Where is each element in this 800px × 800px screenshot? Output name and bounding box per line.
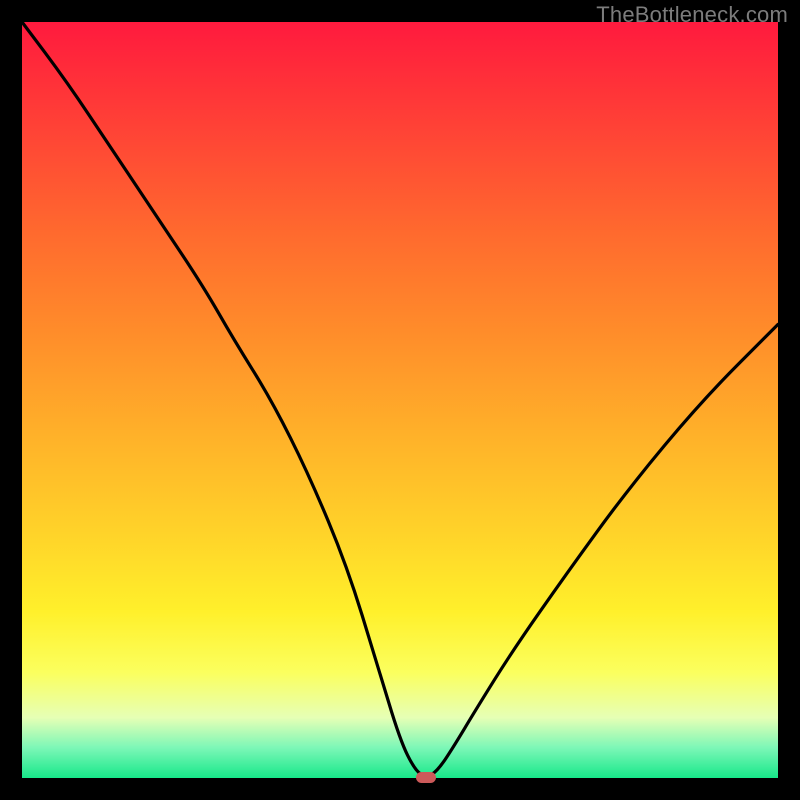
plot-area	[22, 22, 778, 778]
chart-frame: TheBottleneck.com	[0, 0, 800, 800]
minimum-marker	[416, 772, 436, 783]
curve-path	[22, 22, 778, 776]
bottleneck-curve	[22, 22, 778, 778]
